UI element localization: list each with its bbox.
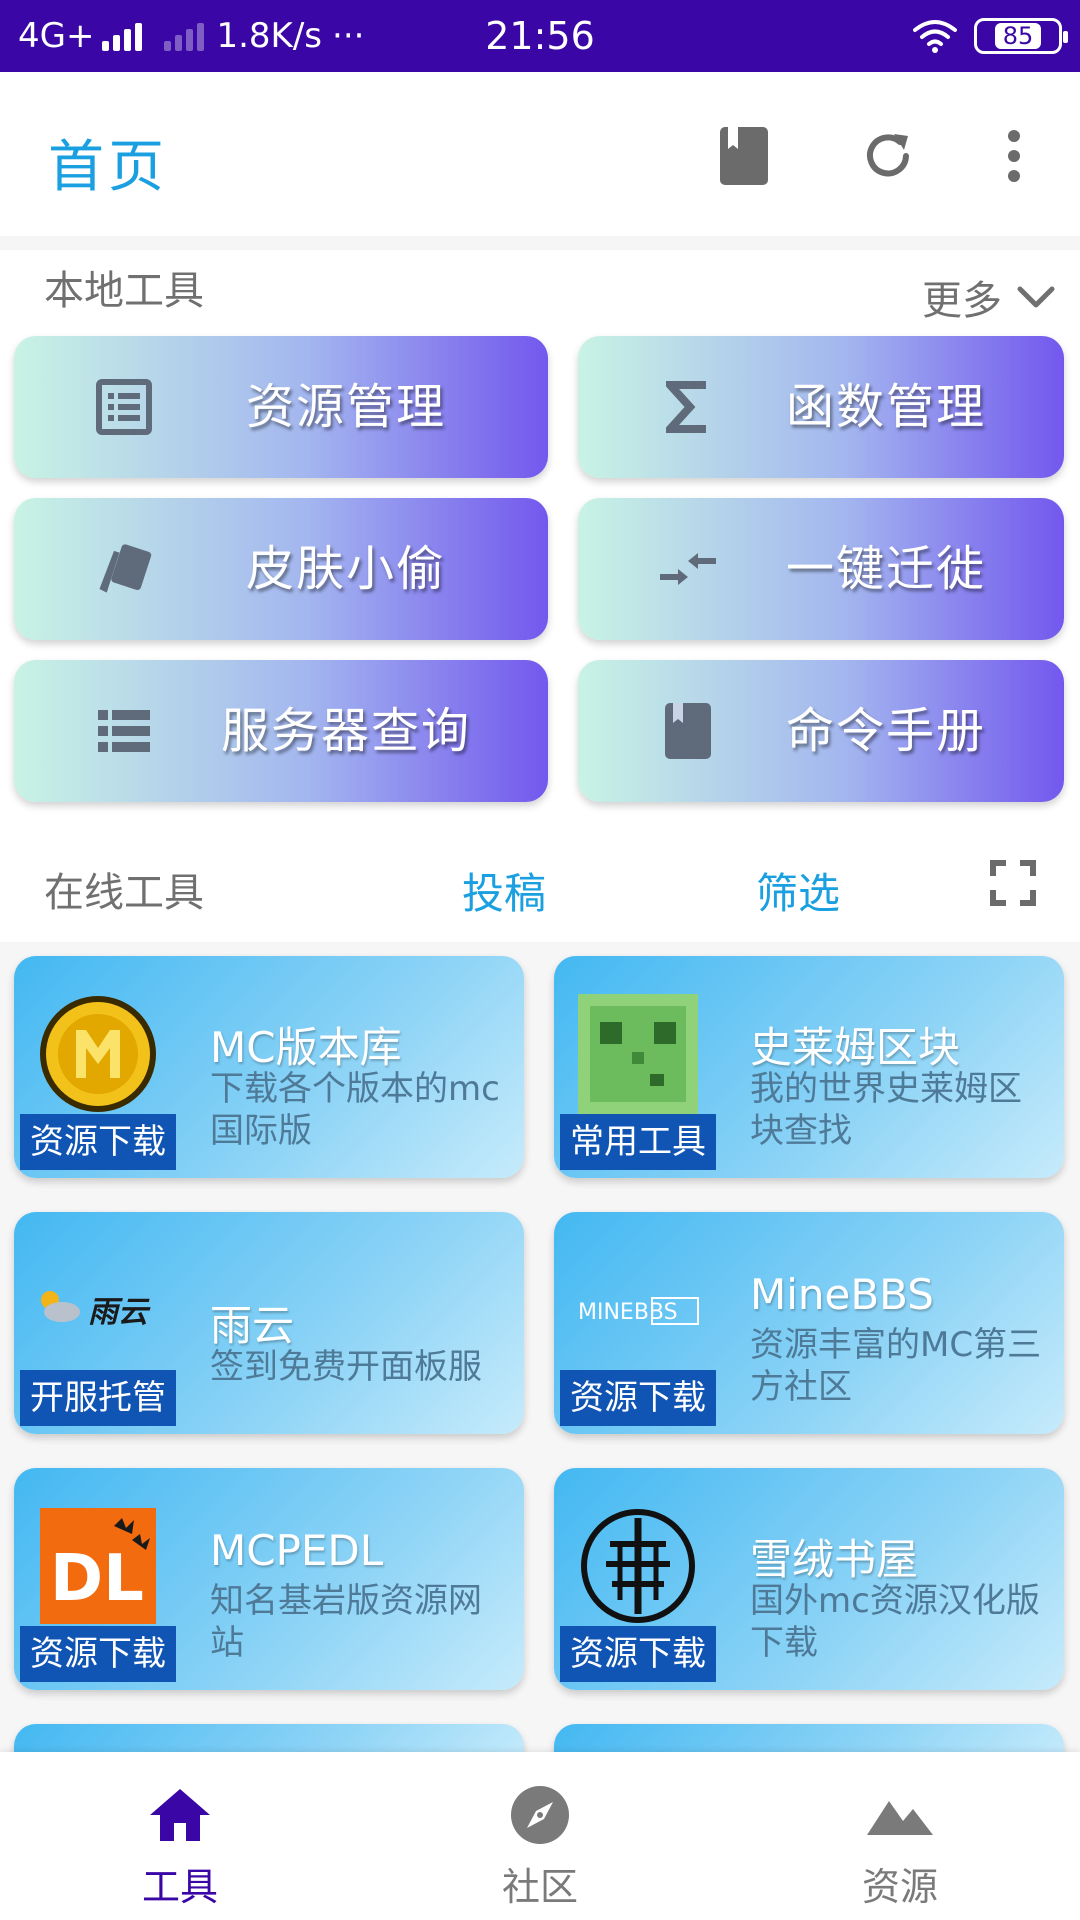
local-tools-heading: 本地工具: [44, 268, 204, 314]
wifi-icon: [913, 20, 957, 53]
nav-resources[interactable]: 资源: [800, 1752, 1000, 1920]
card-slime-chunk[interactable]: 常用工具 史莱姆区块 我的世界史莱姆区块查找: [554, 956, 1064, 1178]
slime-logo: [576, 992, 700, 1116]
tool-label: 函数管理: [785, 379, 986, 435]
nav-tools[interactable]: 工具: [80, 1752, 280, 1920]
mountain-icon: [860, 1780, 940, 1850]
gold-coin-logo: [36, 992, 160, 1116]
tool-label: 命令手册: [785, 703, 986, 759]
tool-server-query[interactable]: 服务器查询: [14, 660, 548, 802]
card-desc: 知名基岩版资源网站: [210, 1581, 482, 1663]
book-icon: [658, 701, 718, 761]
more-button[interactable]: 更多: [922, 268, 1056, 326]
tool-skin-thief[interactable]: 皮肤小偷: [14, 498, 548, 640]
nav-label: 资源: [861, 1865, 938, 1909]
tool-one-click-migrate[interactable]: 一键迁徙: [578, 498, 1064, 640]
card-badge: 资源下载: [20, 1114, 176, 1170]
online-tools-grid: 资源下载 MC版本库 下载各个版本的mc国际版 常用工具 史莱姆区块 我的世界史…: [0, 942, 1080, 1764]
card-desc: 签到免费开面板服: [210, 1347, 482, 1387]
sigma-icon: [658, 377, 718, 437]
cards-icon: [94, 539, 154, 599]
card-desc: 下载各个版本的mc国际版: [210, 1069, 500, 1151]
more-label: 更多: [922, 278, 1002, 324]
card-badge: 常用工具: [560, 1114, 716, 1170]
submit-link[interactable]: 投稿: [462, 860, 546, 921]
battery-level: 85: [994, 23, 1042, 49]
card-title: 雪绒书屋: [750, 1535, 919, 1584]
card-desc: 我的世界史莱姆区块查找: [750, 1069, 1022, 1151]
filter-link[interactable]: 筛选: [756, 860, 840, 921]
tool-label: 一键迁徙: [785, 541, 986, 597]
tool-label: 皮肤小偷: [245, 541, 446, 597]
app-bar: 首页: [0, 72, 1080, 236]
nav-label: 工具: [141, 1865, 218, 1909]
list-icon: [94, 701, 154, 761]
tool-label: 资源管理: [245, 379, 446, 435]
card-rainyun[interactable]: 雨云 开服托管 雨云 签到免费开面板服: [14, 1212, 524, 1434]
minebbs-logo: MINEBBS: [576, 1248, 700, 1372]
online-tools-header: 在线工具 投稿 筛选: [0, 842, 1080, 942]
card-desc: 资源丰富的MC第三方社区: [750, 1325, 1042, 1407]
card-minebbs[interactable]: MINEBBS 资源下载 MineBBS 资源丰富的MC第三方社区: [554, 1212, 1064, 1434]
list-alt-icon: [94, 377, 154, 437]
tree-circle-logo: [576, 1504, 700, 1628]
card-title: 史莱姆区块: [750, 1023, 961, 1072]
compress-arrows-icon: [658, 539, 718, 599]
minebbs-logo-text: MINEBBS: [578, 1300, 678, 1325]
bookmark-icon[interactable]: [708, 120, 780, 192]
card-mc-version-library[interactable]: 资源下载 MC版本库 下载各个版本的mc国际版: [14, 956, 524, 1178]
card-title: 雨云: [210, 1301, 295, 1350]
card-badge: 资源下载: [560, 1370, 716, 1426]
page-title: 首页: [48, 135, 168, 200]
rainyun-logo-text: 雨云: [88, 1295, 151, 1330]
mcpedl-logo-text: DL: [50, 1542, 144, 1616]
mcpedl-logo: DL: [36, 1504, 160, 1628]
card-mcpedl[interactable]: DL 资源下载 MCPEDL 知名基岩版资源网站: [14, 1468, 524, 1690]
nav-label: 社区: [501, 1865, 578, 1909]
tool-command-manual[interactable]: 命令手册: [578, 660, 1064, 802]
chevron-down-icon: [1017, 286, 1055, 308]
card-desc: 国外mc资源汉化版下载: [750, 1581, 1040, 1663]
status-right: 85: [912, 0, 1068, 72]
card-badge: 开服托管: [20, 1370, 176, 1426]
more-vert-icon[interactable]: [978, 120, 1050, 192]
fullscreen-icon[interactable]: [990, 860, 1036, 906]
refresh-icon[interactable]: [852, 120, 924, 192]
rainyun-logo: 雨云: [36, 1248, 160, 1372]
tool-label: 服务器查询: [220, 703, 471, 759]
battery-icon: 85: [974, 18, 1068, 54]
card-title: MineBBS: [750, 1270, 934, 1319]
tool-function-manage[interactable]: 函数管理: [578, 336, 1064, 478]
card-title: MC版本库: [210, 1023, 402, 1072]
card-badge: 资源下载: [560, 1626, 716, 1682]
divider: [0, 236, 1080, 250]
bottom-nav: 工具 社区 资源: [0, 1752, 1080, 1920]
tool-resource-manage[interactable]: 资源管理: [14, 336, 548, 478]
card-xuerong-bookhouse[interactable]: 资源下载 雪绒书屋 国外mc资源汉化版下载: [554, 1468, 1064, 1690]
card-badge: 资源下载: [20, 1626, 176, 1682]
status-bar: 4G+ 1.8K/s ··· 21:56 85: [0, 0, 1080, 72]
card-title: MCPEDL: [210, 1526, 384, 1575]
online-tools-heading: 在线工具: [44, 870, 204, 916]
nav-community[interactable]: 社区: [440, 1752, 640, 1920]
compass-icon: [500, 1780, 580, 1850]
home-icon: [140, 1780, 220, 1850]
